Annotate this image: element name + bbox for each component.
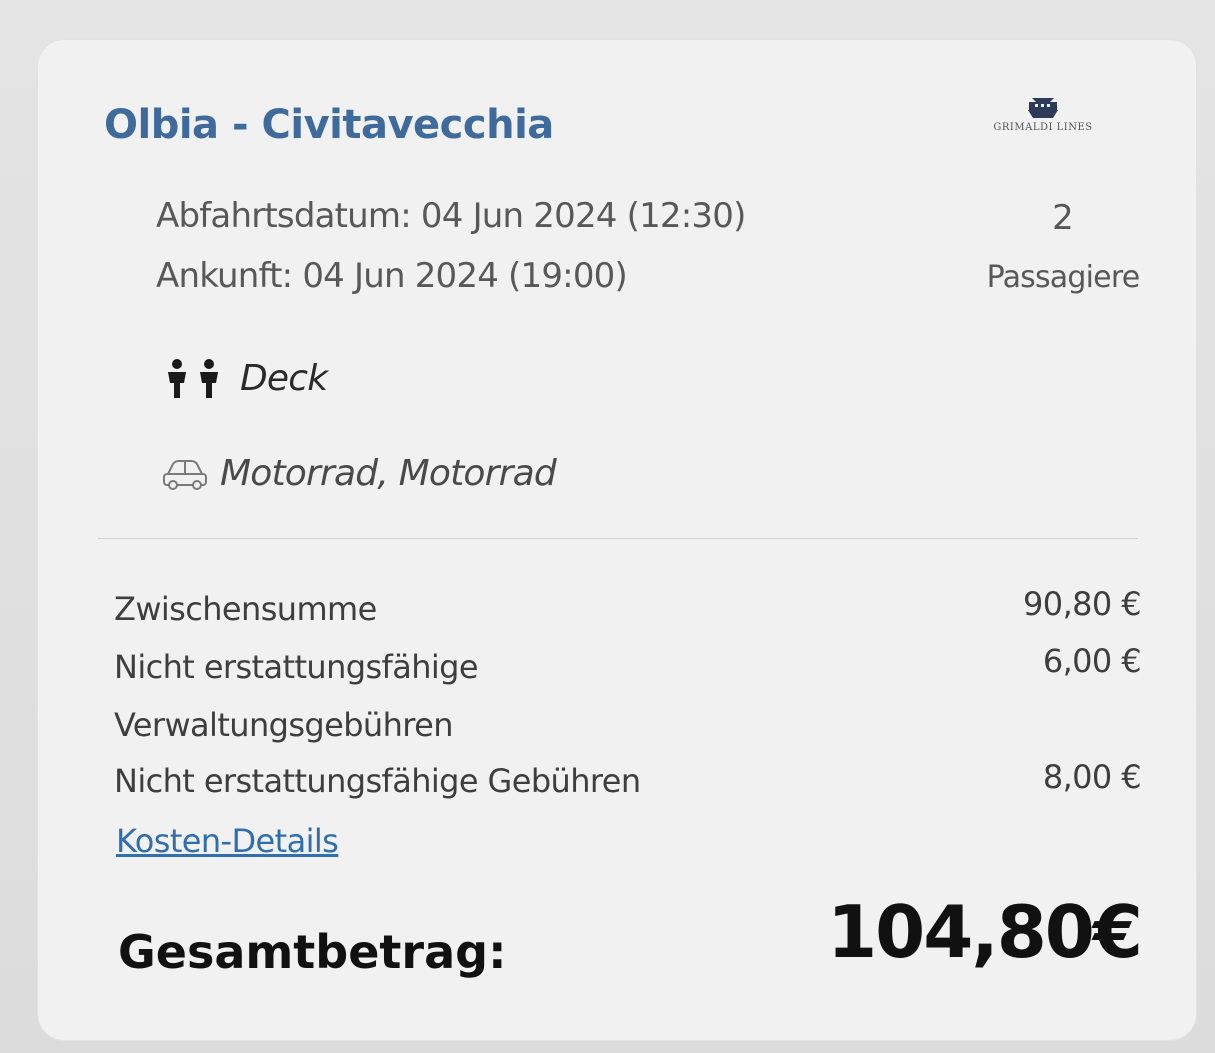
booking-summary-card: Olbia - Civitavecchia GRIMALDI LINES Abf… (38, 40, 1196, 1040)
accommodation-row: Deck (160, 358, 328, 399)
total-value: 104,80€ (827, 890, 1143, 974)
fees-label: Nicht erstattungsfähige Gebühren (114, 762, 641, 800)
arrival-info: Ankunft: 04 Jun 2024 (19:00) (156, 256, 628, 296)
admin-fee-value: 6,00 € (1042, 642, 1142, 680)
admin-fee-label-line2: Verwaltungsgebühren (114, 706, 454, 744)
route-title: Olbia - Civitavecchia (104, 102, 554, 148)
total-label: Gesamtbetrag: (118, 925, 507, 979)
ship-icon (1028, 98, 1058, 118)
departure-info: Abfahrtsdatum: 04 Jun 2024 (12:30) (156, 196, 746, 236)
subtotal-label: Zwischensumme (114, 590, 377, 628)
section-divider (98, 538, 1138, 539)
people-icon (168, 358, 218, 398)
carrier-logo-text: GRIMALDI LINES (993, 122, 1093, 133)
vehicle-label: Motorrad, Motorrad (220, 453, 557, 494)
screen: Olbia - Civitavecchia GRIMALDI LINES Abf… (0, 0, 1215, 1053)
accommodation-label: Deck (240, 358, 328, 399)
subtotal-value: 90,80 € (1023, 585, 1142, 623)
passenger-label: Passagiere (986, 260, 1141, 295)
cost-details-link[interactable]: Kosten-Details (116, 822, 339, 860)
car-icon (163, 459, 207, 490)
vehicle-row: Motorrad, Motorrad (160, 453, 557, 494)
admin-fee-label-line1: Nicht erstattungsfähige (114, 648, 479, 686)
passenger-count: 2 (1052, 198, 1074, 238)
fees-value: 8,00 € (1042, 758, 1142, 796)
carrier-logo: GRIMALDI LINES (968, 96, 1118, 146)
